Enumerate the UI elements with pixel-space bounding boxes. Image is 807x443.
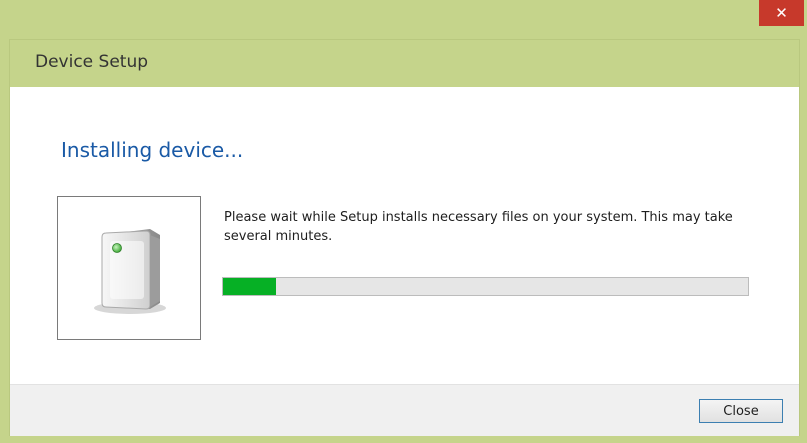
external-drive-icon [94, 229, 166, 314]
device-setup-dialog: Device Setup Installing device... Please… [9, 39, 800, 436]
dialog-header: Device Setup [10, 40, 799, 87]
dialog-title: Device Setup [35, 52, 149, 72]
close-button[interactable]: Close [699, 399, 783, 423]
progress-fill [223, 278, 276, 295]
install-progress-bar [222, 277, 749, 296]
dialog-footer: Close [10, 384, 799, 436]
window-close-button[interactable]: ✕ [759, 0, 804, 26]
window-frame: ✕ Device Setup Installing device... Plea… [0, 0, 807, 443]
status-message: Please wait while Setup installs necessa… [224, 210, 733, 244]
device-image-box [57, 196, 201, 340]
close-icon: ✕ [775, 4, 788, 22]
page-heading: Installing device... [61, 138, 244, 162]
